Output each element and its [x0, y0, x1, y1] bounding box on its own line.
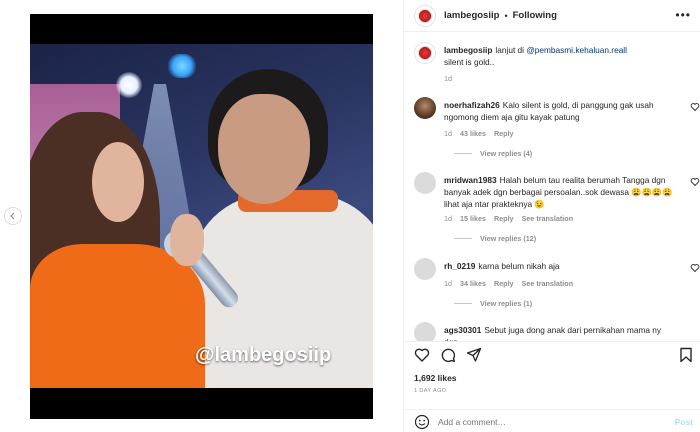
heart-icon[interactable] [690, 102, 700, 112]
comment-bubble-icon[interactable] [440, 347, 456, 363]
view-replies-button[interactable]: View replies (1) [454, 299, 532, 308]
heart-icon[interactable] [690, 177, 700, 187]
list-item: ags30301 Sebut juga dong anak dari pernik… [414, 322, 694, 341]
post-button[interactable]: Post [675, 417, 693, 427]
list-item: mridwan1983 Halah belum tau realita berum… [414, 172, 700, 243]
header-username[interactable]: lambegosiip [444, 10, 499, 21]
following-button[interactable]: Following [513, 10, 557, 21]
comments-list[interactable]: lambegosiip lanjut di @pembasmi.kehaluan.… [404, 33, 700, 341]
person-right-face [218, 94, 310, 204]
avatar[interactable] [414, 4, 436, 27]
see-translation-button[interactable]: See translation [522, 214, 574, 223]
comment-username[interactable]: mridwan1983 [444, 175, 497, 185]
caption-username[interactable]: lambegosiip [444, 45, 492, 55]
post-media[interactable]: @lambegosiip [30, 14, 373, 419]
avatar[interactable] [414, 258, 436, 280]
reply-button[interactable]: Reply [494, 129, 514, 138]
see-translation-button[interactable]: See translation [522, 279, 574, 288]
bookmark-icon[interactable] [679, 347, 693, 363]
avatar[interactable] [414, 97, 436, 119]
post-date[interactable]: 1 DAY AGO [414, 388, 446, 394]
person-left-body [30, 244, 205, 388]
comment-input[interactable] [438, 416, 658, 427]
add-comment-bar: Post [404, 409, 700, 432]
reply-button[interactable]: Reply [494, 279, 514, 288]
caption-mention-link[interactable]: @pembasmi.kehaluan.reall [526, 45, 627, 55]
caption-text: lanjut di [495, 45, 527, 55]
video-frame[interactable]: @lambegosiip [30, 44, 373, 388]
comment-likes[interactable]: 15 likes [460, 214, 486, 223]
caption-time: 1d [444, 74, 452, 83]
comment-likes[interactable]: 43 likes [460, 129, 486, 138]
reply-button[interactable]: Reply [494, 214, 514, 223]
avatar[interactable] [414, 172, 436, 194]
comment-username[interactable]: ags30301 [444, 325, 481, 335]
comment-likes[interactable]: 34 likes [460, 279, 486, 288]
list-item: noerhafizah26 Kalo silent is gold, di pan… [414, 97, 700, 158]
caption-text-line2: silent is gold.. [444, 57, 495, 67]
comment-username[interactable]: rh_0219 [444, 261, 475, 271]
video-watermark: @lambegosiip [195, 344, 332, 366]
header-separator: • [504, 10, 508, 21]
person-left-hand [170, 214, 204, 266]
chevron-left-icon [10, 212, 15, 220]
comment-time: 1d [444, 214, 452, 223]
more-icon[interactable]: ••• [675, 8, 691, 22]
media-pane: @lambegosiip [0, 0, 403, 432]
view-replies-button[interactable]: View replies (4) [454, 149, 532, 158]
stage-light [116, 72, 142, 98]
heart-icon[interactable] [690, 263, 700, 273]
caption-avatar[interactable] [414, 42, 436, 64]
person-left-face [92, 142, 144, 222]
list-item: rh_0219 karna belum nikah aja 1d 34 likes… [414, 258, 700, 308]
like-heart-icon[interactable] [414, 347, 430, 363]
post-details-panel: lambegosiip • Following ••• lambegosiip l… [403, 0, 700, 432]
emoji-icon[interactable] [414, 414, 430, 430]
comment-text: karna belum nikah aja [478, 261, 560, 271]
avatar[interactable] [414, 322, 436, 341]
stage-light-blue [168, 54, 196, 78]
likes-count[interactable]: 1,692 likes [414, 373, 457, 383]
share-send-icon[interactable] [466, 347, 482, 363]
comment-username[interactable]: noerhafizah26 [444, 100, 500, 110]
carousel-prev-button[interactable] [4, 207, 22, 225]
post-actions: 1,692 likes 1 DAY AGO Post [404, 341, 700, 432]
comment-time: 1d [444, 279, 452, 288]
post-header: lambegosiip • Following ••• [404, 0, 700, 32]
comment-time: 1d [444, 129, 452, 138]
view-replies-button[interactable]: View replies (12) [454, 234, 536, 243]
